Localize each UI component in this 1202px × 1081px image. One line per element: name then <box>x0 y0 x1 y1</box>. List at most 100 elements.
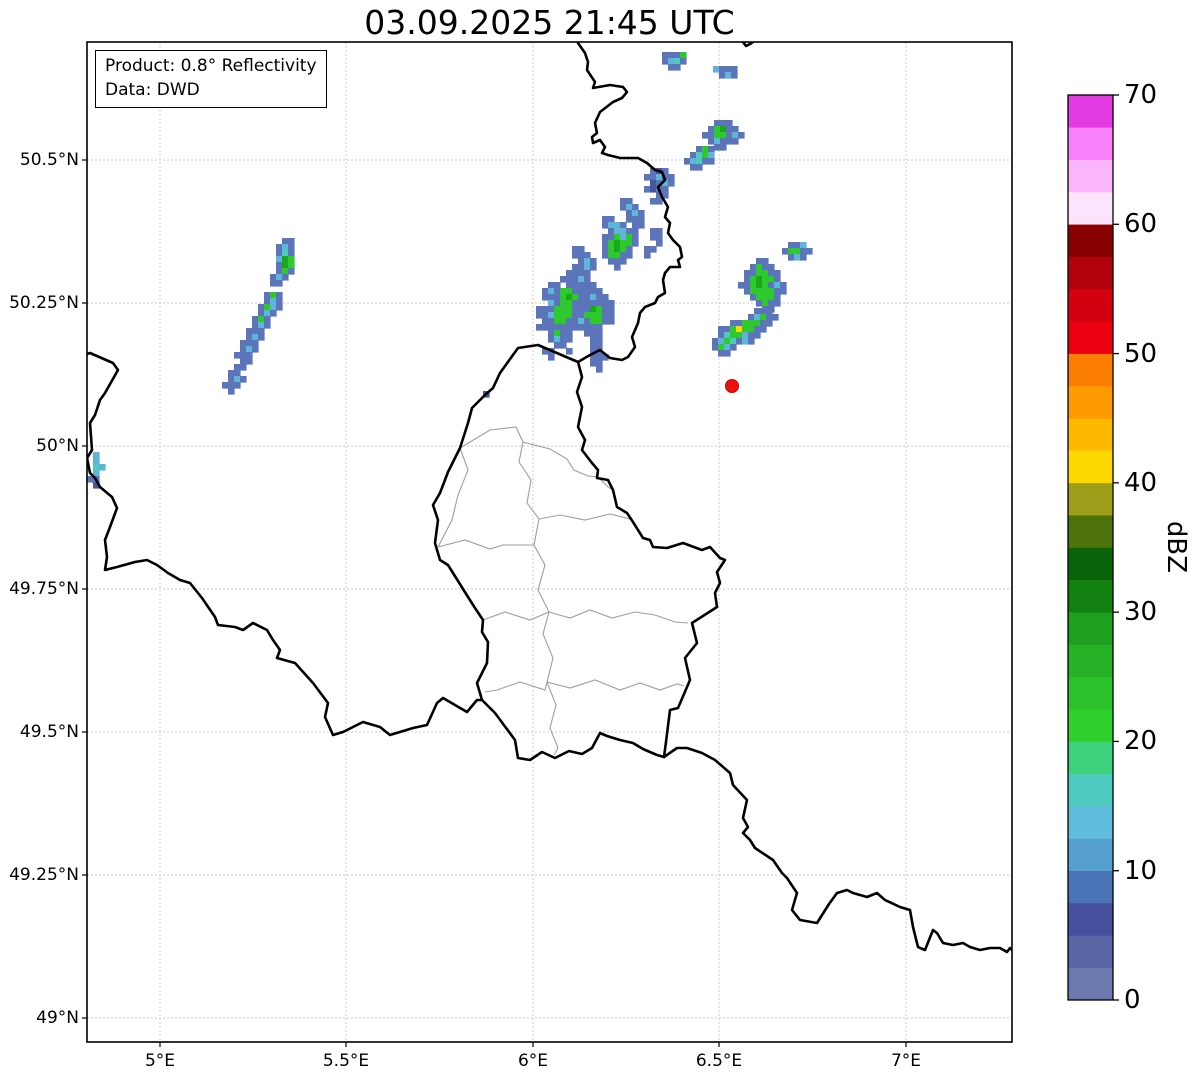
radar-echo-cell <box>708 158 715 165</box>
radar-echo-cell <box>578 246 585 253</box>
radar-echo-cell <box>756 300 763 307</box>
radar-echo-cell <box>780 282 787 289</box>
radar-echo-cell <box>806 248 813 255</box>
radar-echo-cell <box>650 180 657 187</box>
data-source-line: Data: DWD <box>105 80 200 101</box>
radar-echo-cell <box>566 330 573 337</box>
radar-echo-cell <box>584 294 591 301</box>
radar-echo-cell <box>252 346 259 353</box>
radar-echo-cell <box>620 198 627 205</box>
radar-echo-cell <box>608 300 615 307</box>
admin-border <box>538 513 634 523</box>
radar-echo-cell <box>276 298 283 305</box>
radar-echo-cell <box>572 294 579 301</box>
radar-echo-cell <box>602 234 609 241</box>
radar-echo-cell <box>674 64 681 71</box>
radar-echo-cell <box>774 288 781 295</box>
radar-echo-cell <box>93 464 100 471</box>
radar-echo-cell <box>264 304 271 311</box>
radar-echo-cell <box>794 248 801 255</box>
radar-echo-cell <box>730 332 737 339</box>
radar-echo-cell <box>768 288 775 295</box>
radar-echo-cell <box>754 326 761 333</box>
radar-echo-cell <box>620 240 627 247</box>
radar-echo-cell <box>258 322 265 329</box>
radar-echo-cell <box>632 204 639 211</box>
radar-echo-cell <box>762 294 769 301</box>
radar-echo-cell <box>602 240 609 247</box>
radar-echo-cell <box>560 288 567 295</box>
colorbar-segment <box>1068 935 1113 968</box>
radar-echo-cell <box>282 244 289 251</box>
radar-echo-cell <box>750 264 757 271</box>
radar-echo-cell <box>620 204 627 211</box>
radar-echo-cell <box>572 282 579 289</box>
radar-echo-cell <box>736 338 743 345</box>
radar-echo-cell <box>668 180 675 187</box>
radar-echo-cell <box>542 318 549 325</box>
radar-echo-cluster <box>782 242 813 261</box>
radar-echo-cell <box>252 322 259 329</box>
radar-echo-cell <box>578 306 585 313</box>
radar-echo-cell <box>750 288 757 295</box>
radar-echo-cell <box>282 274 289 281</box>
radar-echo-cell <box>614 258 621 265</box>
radar-echo-cell <box>662 186 669 193</box>
radar-echo-cell <box>744 288 751 295</box>
radar-echo-cell <box>554 294 561 301</box>
radar-echo-cell <box>762 264 769 271</box>
radar-echo-cell <box>650 246 657 253</box>
radar-echo-cell <box>608 234 615 241</box>
radar-echo-cell <box>596 294 603 301</box>
radar-echo-cell <box>774 294 781 301</box>
radar-echo-cell <box>536 312 543 319</box>
radar-echo-cell <box>788 242 795 249</box>
radar-echo-cell <box>632 228 639 235</box>
radar-echo-cell <box>566 324 573 331</box>
radar-echo-cell <box>760 320 767 327</box>
colorbar-segment <box>1068 547 1113 581</box>
map-frame <box>86 41 1013 1043</box>
colorbar-segment <box>1068 838 1113 872</box>
radar-echo-cell <box>768 294 775 301</box>
radar-echo-cell <box>626 198 633 205</box>
radar-echo-cell <box>596 312 603 319</box>
radar-echo-cell <box>614 222 621 229</box>
radar-echo-cell <box>731 66 738 73</box>
radar-echo-cell <box>288 244 295 251</box>
radar-echo-cell <box>554 342 561 349</box>
radar-echo-cell <box>608 228 615 235</box>
radar-echo-cell <box>620 222 627 229</box>
radar-echo-cell <box>732 132 739 139</box>
radar-echo-cell <box>596 324 603 331</box>
radar-echo-cell <box>608 216 615 223</box>
radar-echo-cell <box>590 300 597 307</box>
colorbar-segment <box>1068 611 1113 645</box>
lat-tick-label: 49°N <box>36 1008 79 1028</box>
radar-echo-cell <box>566 318 573 325</box>
radar-echo-cell <box>690 164 697 171</box>
radar-echo-cell <box>258 310 265 317</box>
radar-echo-cell <box>772 314 779 321</box>
colorbar-segment <box>1068 967 1113 1001</box>
radar-echo-cell <box>288 268 295 275</box>
radar-echo-cell <box>626 204 633 211</box>
radar-echo-cell <box>650 228 657 235</box>
radar-echo-cell <box>754 320 761 327</box>
radar-echo-cell <box>590 336 597 343</box>
radar-echo-cell <box>800 248 807 255</box>
radar-echo-cell <box>756 276 763 283</box>
radar-echo-cell <box>674 58 681 65</box>
radar-echo-cell <box>270 310 277 317</box>
radar-echo-cell <box>650 174 657 181</box>
radar-echo-cell <box>542 324 549 331</box>
radar-echo-cell <box>578 294 585 301</box>
radar-echo-cell <box>264 322 271 329</box>
radar-echo-cell <box>548 336 555 343</box>
lon-tick-label: 7°E <box>890 1051 922 1071</box>
radar-echo-cell <box>620 228 627 235</box>
radar-echo-cell <box>572 264 579 271</box>
colorbar-segment <box>1068 676 1113 710</box>
radar-echo-cell <box>800 254 807 261</box>
radar-echo-cell <box>252 340 259 347</box>
